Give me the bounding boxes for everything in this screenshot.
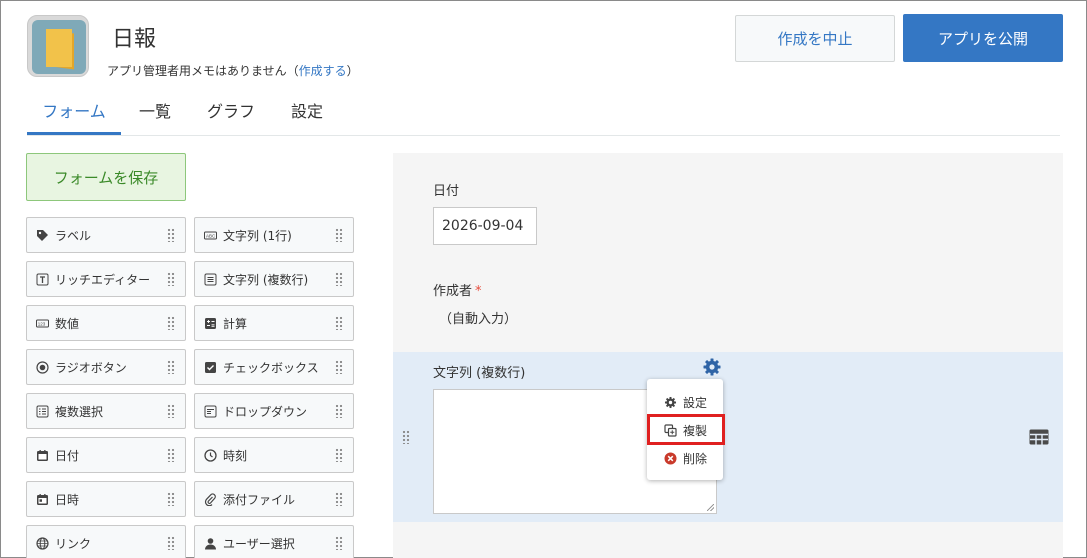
palette-item-text-single[interactable]: ABC 文字列 (1行) xyxy=(194,217,354,253)
field-settings-gear-icon[interactable] xyxy=(702,357,722,377)
tab-form[interactable]: フォーム xyxy=(27,97,121,135)
palette-item-text: ドロップダウン xyxy=(223,404,308,419)
palette-item-text: 添付ファイル xyxy=(223,492,296,507)
palette-item-text: 複数選択 xyxy=(55,404,104,419)
menu-item-label: 削除 xyxy=(683,451,708,466)
menu-item-settings[interactable]: 設定 xyxy=(647,389,723,415)
palette-item-user-select[interactable]: ユーザー選択 xyxy=(194,525,354,558)
palette-item-label[interactable]: ラベル xyxy=(26,217,186,253)
app-memo-close: ） xyxy=(346,64,359,78)
duplicate-highlight-box xyxy=(647,414,725,445)
required-mark: * xyxy=(475,284,482,299)
clock-icon xyxy=(204,448,217,462)
palette-item-text: ラジオボタン xyxy=(55,360,127,375)
create-memo-link[interactable]: 作成する xyxy=(299,64,347,78)
palette-item-text: リッチエディター xyxy=(55,272,151,287)
drag-handle-icon[interactable] xyxy=(167,228,175,242)
app-memo-text: アプリ管理者用メモはありません（ xyxy=(107,64,299,78)
dropdown-icon xyxy=(204,405,217,418)
drag-handle-icon[interactable] xyxy=(167,316,175,330)
palette-item-text: 計算 xyxy=(223,316,248,331)
paperclip-icon xyxy=(204,492,217,506)
palette-item-text: ラベル xyxy=(55,228,92,243)
palette-item-text: 時刻 xyxy=(223,448,248,463)
palette-item-text: 数値 xyxy=(55,316,80,331)
palette-item-dropdown[interactable]: ドロップダウン xyxy=(194,393,354,429)
creator-field-label: 作成者 * xyxy=(433,280,482,299)
drag-handle-icon[interactable] xyxy=(335,316,343,330)
radio-icon xyxy=(36,360,49,374)
globe-icon xyxy=(36,536,49,550)
save-form-button[interactable]: フォームを保存 xyxy=(26,153,186,201)
menu-item-label: 設定 xyxy=(683,395,708,410)
drag-handle-icon[interactable] xyxy=(335,272,343,286)
cancel-button[interactable]: 作成を中止 xyxy=(735,15,895,62)
palette-item-text-multi[interactable]: 文字列 (複数行) xyxy=(194,261,354,297)
drag-handle-icon[interactable] xyxy=(335,492,343,506)
datetime-icon xyxy=(36,493,49,506)
app-icon xyxy=(27,15,89,77)
menu-item-delete[interactable]: 削除 xyxy=(647,445,723,471)
palette-item-text: リンク xyxy=(55,536,92,551)
resize-handle-icon[interactable] xyxy=(707,504,714,511)
palette-item-time[interactable]: 時刻 xyxy=(194,437,354,473)
multiline-field-label: 文字列 (複数行) xyxy=(433,366,526,381)
drag-handle-icon[interactable] xyxy=(167,404,175,418)
palette-item-date[interactable]: 日付 xyxy=(26,437,186,473)
tab-bar: フォーム 一覧 グラフ 設定 xyxy=(27,97,341,135)
palette-item-attachment[interactable]: 添付ファイル xyxy=(194,481,354,517)
text-multi-line-icon xyxy=(204,273,217,286)
table-icon[interactable] xyxy=(1029,429,1049,445)
delete-icon xyxy=(664,452,677,465)
drag-handle-icon[interactable] xyxy=(335,404,343,418)
row-drag-handle-icon[interactable] xyxy=(402,430,410,444)
palette-item-multi-select[interactable]: 複数選択 xyxy=(26,393,186,429)
app-title: 日報 xyxy=(112,27,157,52)
date-field-label: 日付 xyxy=(433,184,460,199)
tab-list[interactable]: 一覧 xyxy=(121,97,189,135)
calculator-icon xyxy=(204,317,217,330)
calendar-icon xyxy=(36,449,49,462)
palette-item-rich-editor[interactable]: リッチエディター xyxy=(26,261,186,297)
multi-select-icon xyxy=(36,405,49,418)
drag-handle-icon[interactable] xyxy=(335,360,343,374)
rich-text-icon xyxy=(36,273,49,286)
palette-item-text: 日時 xyxy=(55,492,80,507)
drag-handle-icon[interactable] xyxy=(335,228,343,242)
checkbox-icon xyxy=(204,361,217,374)
drag-handle-icon[interactable] xyxy=(167,360,175,374)
tag-icon xyxy=(36,229,49,242)
palette-item-link[interactable]: リンク xyxy=(26,525,186,558)
user-icon xyxy=(204,537,217,550)
svg-text:ABC: ABC xyxy=(206,233,216,238)
tabs-divider xyxy=(27,135,1060,136)
palette-item-text: 文字列 (1行) xyxy=(223,228,292,243)
drag-handle-icon[interactable] xyxy=(167,448,175,462)
number-icon: 123 xyxy=(36,317,49,330)
palette-item-text: チェックボックス xyxy=(223,360,319,375)
drag-handle-icon[interactable] xyxy=(335,448,343,462)
text-single-line-icon: ABC xyxy=(204,229,217,242)
drag-handle-icon[interactable] xyxy=(167,272,175,286)
palette-item-text: 文字列 (複数行) xyxy=(223,272,309,287)
drag-handle-icon[interactable] xyxy=(167,492,175,506)
palette-item-text: 日付 xyxy=(55,448,80,463)
svg-text:123: 123 xyxy=(38,321,46,326)
drag-handle-icon[interactable] xyxy=(335,536,343,550)
palette-item-checkbox[interactable]: チェックボックス xyxy=(194,349,354,385)
tab-graph[interactable]: グラフ xyxy=(189,97,273,135)
palette-item-number[interactable]: 123 数値 xyxy=(26,305,186,341)
palette-item-calc[interactable]: 計算 xyxy=(194,305,354,341)
app-memo: アプリ管理者用メモはありません（作成する） xyxy=(107,62,359,79)
date-field-input[interactable]: 2026-09-04 xyxy=(433,207,537,245)
publish-app-button[interactable]: アプリを公開 xyxy=(903,14,1063,62)
gear-icon xyxy=(664,396,677,409)
creator-field-label-text: 作成者 xyxy=(433,284,473,299)
palette-item-datetime[interactable]: 日時 xyxy=(26,481,186,517)
palette-item-text: ユーザー選択 xyxy=(223,536,295,551)
palette-item-radio[interactable]: ラジオボタン xyxy=(26,349,186,385)
creator-field-value: （自動入力） xyxy=(439,312,518,327)
drag-handle-icon[interactable] xyxy=(167,536,175,550)
tab-settings[interactable]: 設定 xyxy=(273,97,341,135)
